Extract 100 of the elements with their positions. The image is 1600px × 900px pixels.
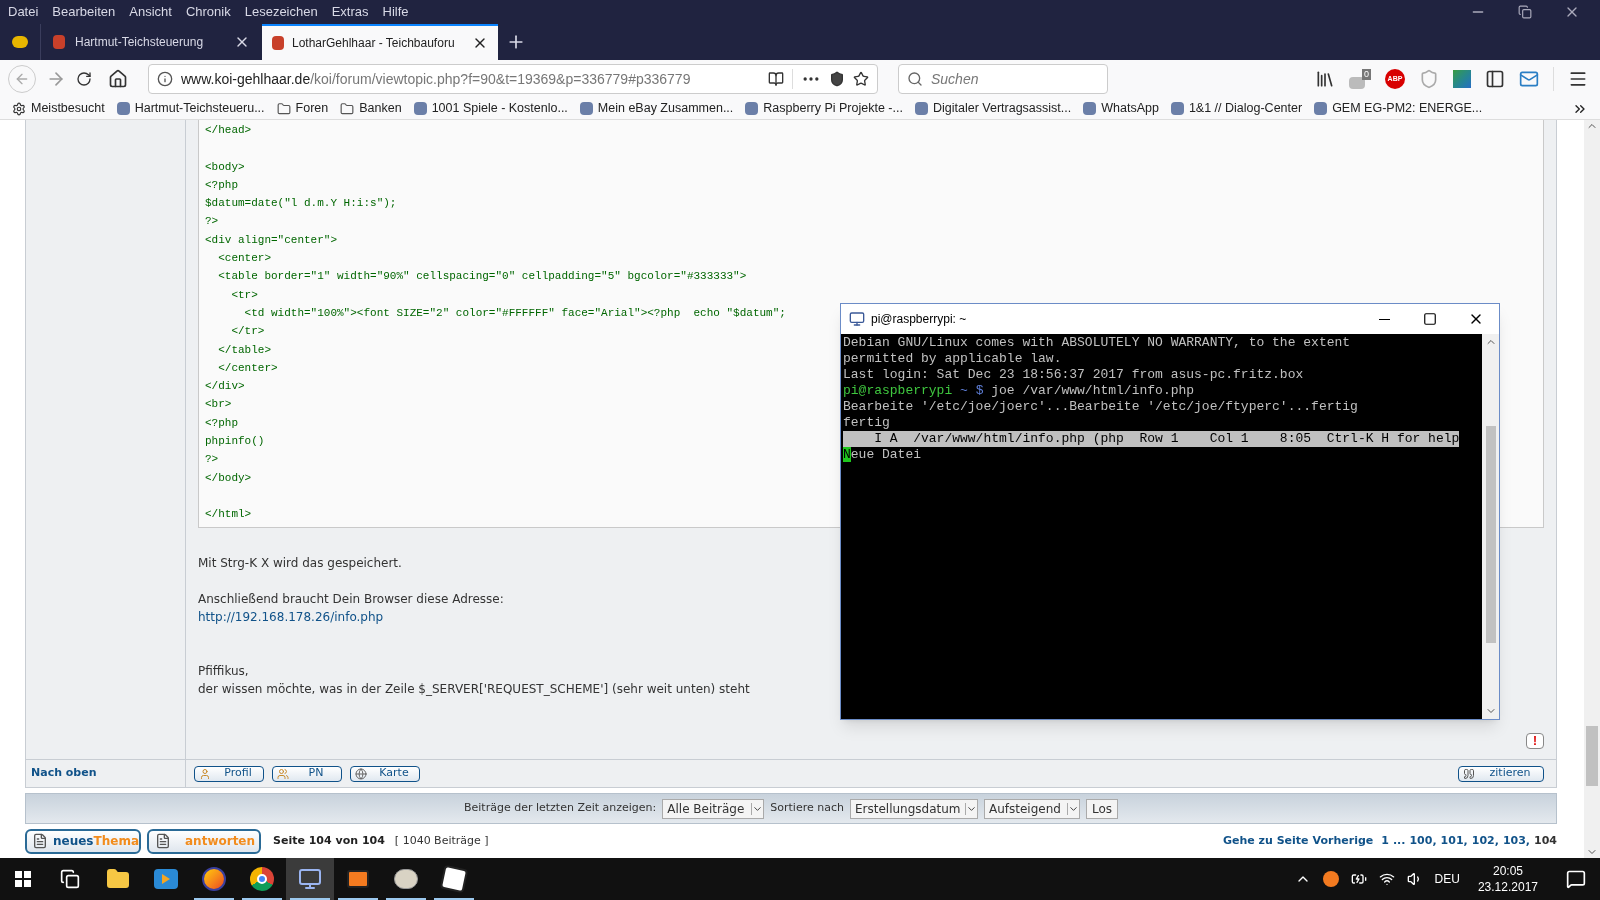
bookmark-star-icon[interactable] bbox=[853, 71, 869, 87]
address-bar[interactable]: www.koi-gehlhaar.de/koi/forum/viewtopic.php?f=90&t=19369&p=336779#p336779 bbox=[148, 64, 878, 94]
clock[interactable]: 20:05 23.12.2017 bbox=[1471, 863, 1544, 895]
page-link[interactable]: 100, bbox=[1409, 832, 1437, 850]
profile-action-button[interactable]: Profil bbox=[194, 765, 264, 782]
browser-tab[interactable]: LotharGehlhaar - Teichbauforu bbox=[262, 24, 498, 60]
code-line: </div> bbox=[205, 379, 245, 395]
menu-item[interactable]: Datei bbox=[8, 2, 39, 22]
site-icon bbox=[272, 36, 284, 50]
reload-icon[interactable] bbox=[76, 71, 92, 87]
bookmark-item[interactable]: Raspberry Pi Projekte -... bbox=[745, 99, 903, 118]
bookmark-item[interactable]: 1&1 // Dialog-Center bbox=[1170, 99, 1303, 118]
folder-icon bbox=[106, 867, 130, 891]
folder-icon bbox=[276, 101, 291, 116]
info-icon[interactable] bbox=[157, 71, 173, 87]
code-line: <?php bbox=[205, 415, 238, 431]
bookmark-item[interactable]: Digitaler Vertragsassist... bbox=[914, 99, 1072, 118]
menu-item[interactable]: Hilfe bbox=[382, 2, 409, 22]
task-view-icon bbox=[60, 869, 80, 889]
post-text: Anschließend braucht Dein Browser diese Adresse: bbox=[198, 591, 504, 608]
bookmark-item[interactable]: Foren bbox=[276, 99, 329, 118]
post-text: Pfiffikus, bbox=[198, 663, 249, 680]
wifi-icon[interactable] bbox=[1378, 871, 1395, 887]
post-text: der wissen möchte, was in der Zeile $_SERVER['REQUEST_SCHEME'] (sehr weit unten) steht bbox=[198, 681, 750, 698]
back-to-top-link[interactable]: Nach oben bbox=[31, 765, 97, 782]
bookmark-item[interactable]: Meistbesucht bbox=[12, 99, 105, 118]
page-link[interactable]: ... bbox=[1392, 832, 1406, 850]
battery-icon[interactable] bbox=[1350, 871, 1367, 887]
page-link[interactable]: 103, bbox=[1502, 832, 1531, 850]
sort-select[interactable]: Erstellungsdatum bbox=[849, 798, 978, 819]
code-line: <tr> bbox=[230, 287, 258, 303]
order-select[interactable]: Aufsteigend bbox=[983, 798, 1080, 819]
menu-icon[interactable] bbox=[1568, 69, 1588, 89]
sidebar-icon[interactable] bbox=[1485, 69, 1505, 89]
code-line: <div align="center"> bbox=[205, 232, 338, 248]
code-line: ?> bbox=[205, 452, 219, 468]
site-icon bbox=[745, 102, 759, 115]
menu-item[interactable]: Chronik bbox=[185, 2, 231, 22]
terminal-line: Neue Datei bbox=[843, 447, 922, 463]
quote-button[interactable]: zitieren bbox=[1458, 765, 1544, 782]
scrollbar-thumb[interactable] bbox=[1586, 726, 1598, 786]
go-button[interactable]: Los bbox=[1085, 798, 1119, 819]
link[interactable]: http://192.168.178.26/info.php bbox=[198, 608, 384, 626]
reader-view-icon[interactable] bbox=[768, 71, 784, 87]
search-field[interactable]: Suchen bbox=[898, 64, 1108, 94]
bookmark-item[interactable]: WhatsApp bbox=[1083, 99, 1159, 118]
code-line: </html> bbox=[205, 507, 252, 523]
url-text: www.koi-gehlhaar.de/koi/forum/viewtopic.php?f=90&t=19369&p=336779#p336779 bbox=[181, 69, 692, 89]
browser-icon bbox=[202, 867, 226, 891]
search-icon bbox=[907, 71, 923, 87]
terminal-line: Bearbeite '/etc/joe/joerc'...Bearbeite '/etc/joe/ftyperc'...fertig bbox=[843, 399, 1358, 415]
notifications-icon[interactable] bbox=[1566, 869, 1586, 889]
page-link[interactable]: 104 bbox=[1534, 832, 1557, 850]
code-line: </center> bbox=[217, 360, 278, 376]
menu-item[interactable]: Ansicht bbox=[129, 2, 172, 22]
bookmark-item[interactable]: Hartmut-Teichsteueru... bbox=[116, 99, 265, 118]
maximize-icon bbox=[1423, 312, 1437, 326]
code-line: </tr> bbox=[230, 324, 265, 340]
home-icon[interactable] bbox=[108, 69, 128, 89]
site-icon bbox=[116, 102, 130, 115]
post-text: Mit Strg-K X wird das gespeichert. bbox=[198, 555, 402, 572]
menu-item[interactable]: Extras bbox=[331, 2, 369, 22]
menu-item[interactable]: Lesezeichen bbox=[244, 2, 318, 22]
scrollbar[interactable] bbox=[1482, 334, 1499, 719]
extension-badge[interactable]: 0 bbox=[1349, 69, 1371, 89]
pinned-tab-icon[interactable] bbox=[12, 36, 28, 48]
folder-icon bbox=[340, 101, 355, 116]
document-icon bbox=[155, 833, 171, 850]
terminal-line: permitted by applicable law. bbox=[843, 351, 1062, 367]
antivirus-icon[interactable] bbox=[1322, 871, 1339, 887]
previous-link[interactable]: Vorherige bbox=[1312, 832, 1374, 850]
bookmark-item[interactable]: Mein eBay Zusammen... bbox=[579, 99, 734, 118]
new-topic-button[interactable]: neuesThema bbox=[25, 828, 141, 854]
taskbar-app[interactable] bbox=[286, 858, 334, 900]
report-button[interactable]: ! bbox=[1526, 733, 1544, 750]
restore-icon[interactable] bbox=[1518, 5, 1532, 19]
library-icon[interactable] bbox=[1315, 69, 1335, 89]
profile-action-button[interactable]: Karte bbox=[350, 765, 420, 782]
profile-action-button[interactable]: PN bbox=[272, 765, 342, 782]
language-indicator[interactable]: DEU bbox=[1434, 870, 1460, 888]
globe-icon bbox=[355, 767, 367, 780]
tab-title: Hartmut-Teichsteuerung bbox=[75, 34, 205, 51]
menu-item[interactable]: Bearbeiten bbox=[52, 2, 116, 22]
document-icon bbox=[32, 833, 48, 850]
filter-select[interactable]: Alle Beiträge bbox=[662, 798, 765, 819]
scrollbar[interactable] bbox=[1584, 120, 1600, 858]
page-link[interactable]: 102, bbox=[1471, 832, 1499, 850]
dropdown-icon bbox=[1066, 802, 1079, 815]
site-icon bbox=[1170, 102, 1184, 115]
bookmark-item[interactable]: Banken bbox=[340, 99, 402, 118]
mail-icon[interactable] bbox=[1519, 69, 1539, 89]
bookmark-item[interactable]: GEM EG-PM2: ENERGE... bbox=[1314, 99, 1483, 118]
quote-icon bbox=[1463, 767, 1475, 780]
site-icon bbox=[53, 35, 65, 49]
page-link[interactable]: 1 bbox=[1381, 832, 1389, 850]
post-count: [ 1040 Beiträge ] bbox=[394, 832, 489, 849]
scrollbar-thumb[interactable] bbox=[1485, 426, 1496, 643]
terminal-icon bbox=[849, 311, 865, 327]
page-link[interactable]: 101, bbox=[1440, 832, 1468, 850]
bookmark-item[interactable]: 1001 Spiele - Kostenlo... bbox=[413, 99, 568, 118]
